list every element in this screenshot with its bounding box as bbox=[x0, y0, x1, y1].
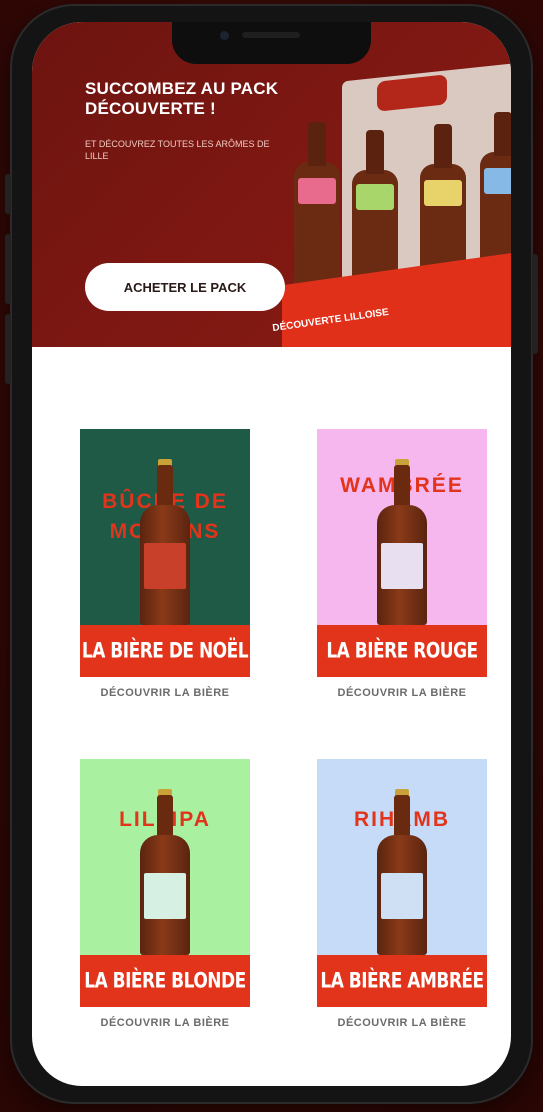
power-button bbox=[532, 254, 538, 354]
product-card[interactable]: LILLIPA LA BIÈRE BLONDE DÉCOUVRIR LA BIÈ… bbox=[80, 759, 250, 1029]
hero-title: SUCCOMBEZ AU PACK DÉCOUVERTE ! bbox=[85, 79, 279, 118]
product-banner-label: LA BIÈRE AMBRÉE bbox=[320, 968, 484, 994]
mute-switch bbox=[5, 174, 11, 214]
bottle-image bbox=[140, 459, 190, 625]
background: DÉCOUVERTE LILLOISE SUCCOMBEZ AU PACK DÉ… bbox=[0, 0, 543, 1112]
product-card[interactable]: WAMBRÉE LA BIÈRE ROUGE DÉCOUVRIR LA BIÈR… bbox=[317, 429, 487, 699]
discover-beer-link[interactable]: DÉCOUVRIR LA BIÈRE bbox=[317, 1017, 487, 1029]
product-grid: BÛCHE DE MOULINS LA BIÈRE DE NOËL DÉCOUV… bbox=[32, 347, 511, 1086]
product-image[interactable]: LILLIPA bbox=[80, 759, 250, 955]
discover-beer-link[interactable]: DÉCOUVRIR LA BIÈRE bbox=[317, 687, 487, 699]
bottle-image bbox=[377, 789, 427, 955]
phone-frame: DÉCOUVERTE LILLOISE SUCCOMBEZ AU PACK DÉ… bbox=[5, 4, 538, 1104]
discover-beer-link[interactable]: DÉCOUVRIR LA BIÈRE bbox=[80, 1017, 250, 1029]
product-banner-label: LA BIÈRE ROUGE bbox=[326, 638, 478, 664]
buy-pack-button[interactable]: ACHETER LE PACK bbox=[85, 263, 285, 311]
product-banner[interactable]: LA BIÈRE DE NOËL bbox=[80, 625, 250, 677]
bottle-image bbox=[377, 459, 427, 625]
product-card[interactable]: BÛCHE DE MOULINS LA BIÈRE DE NOËL DÉCOUV… bbox=[80, 429, 250, 699]
speaker-icon bbox=[242, 32, 300, 38]
product-banner[interactable]: LA BIÈRE AMBRÉE bbox=[317, 955, 487, 1007]
volume-down-button bbox=[5, 314, 11, 384]
product-banner[interactable]: LA BIÈRE BLONDE bbox=[80, 955, 250, 1007]
product-image[interactable]: BÛCHE DE MOULINS bbox=[80, 429, 250, 625]
camera-icon bbox=[220, 31, 229, 40]
bottle-image bbox=[140, 789, 190, 955]
phone-screen: DÉCOUVERTE LILLOISE SUCCOMBEZ AU PACK DÉ… bbox=[32, 22, 511, 1086]
product-image[interactable]: WAMBRÉE bbox=[317, 429, 487, 625]
product-banner-label: LA BIÈRE BLONDE bbox=[84, 968, 246, 994]
pack-bottle-1 bbox=[294, 122, 340, 292]
hero-subtitle: ET DÉCOUVREZ TOUTES LES ARÔMES DE LILLE bbox=[85, 139, 270, 161]
product-card[interactable]: RIHAMB LA BIÈRE AMBRÉE DÉCOUVRIR LA BIÈR… bbox=[317, 759, 487, 1029]
product-banner-label: LA BIÈRE DE NOËL bbox=[81, 638, 249, 664]
hero-banner: DÉCOUVERTE LILLOISE SUCCOMBEZ AU PACK DÉ… bbox=[32, 22, 511, 347]
product-image[interactable]: RIHAMB bbox=[317, 759, 487, 955]
product-banner[interactable]: LA BIÈRE ROUGE bbox=[317, 625, 487, 677]
discover-beer-link[interactable]: DÉCOUVRIR LA BIÈRE bbox=[80, 687, 250, 699]
notch bbox=[172, 22, 371, 64]
volume-up-button bbox=[5, 234, 11, 304]
